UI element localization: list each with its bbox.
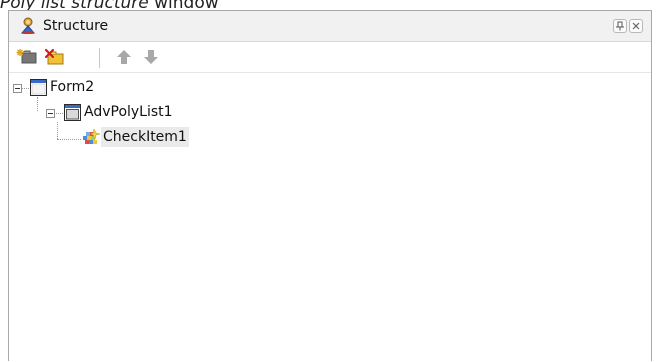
form-icon [30,79,47,100]
structure-toolbar [9,42,651,73]
tree-connector [57,122,58,139]
checkitem-icon [81,128,101,151]
move-down-button[interactable] [140,47,162,67]
structure-panel: Structure Form2 AdvPolyList1 CheckItem1 [8,10,652,361]
delete-item-button[interactable] [43,47,65,67]
collapse-toggle-form2[interactable] [13,84,22,93]
pin-icon [616,21,624,31]
move-up-button[interactable] [113,47,135,67]
close-button[interactable] [629,19,643,33]
move-down-icon [144,50,158,64]
delete-item-icon [44,48,64,65]
panel-titlebar: Structure [9,11,651,42]
add-item-icon [16,49,37,64]
toolbar-separator [99,48,100,68]
tree-connector [22,88,29,89]
tree-connector [57,139,81,140]
tree-node-label: CheckItem1 [101,127,189,147]
panel-title: Structure [43,18,109,34]
structure-tree: Form2 AdvPolyList1 CheckItem1 [9,73,651,362]
tree-node-label: Form2 [50,79,95,95]
polylist-icon [64,104,81,125]
add-item-button[interactable] [16,47,38,67]
pin-button[interactable] [613,19,627,33]
tree-connector [56,113,63,114]
structure-icon [18,16,38,36]
move-up-icon [117,50,131,64]
close-icon [632,22,640,30]
tree-node-label: AdvPolyList1 [84,104,173,120]
collapse-toggle-advpolylist1[interactable] [46,109,55,118]
